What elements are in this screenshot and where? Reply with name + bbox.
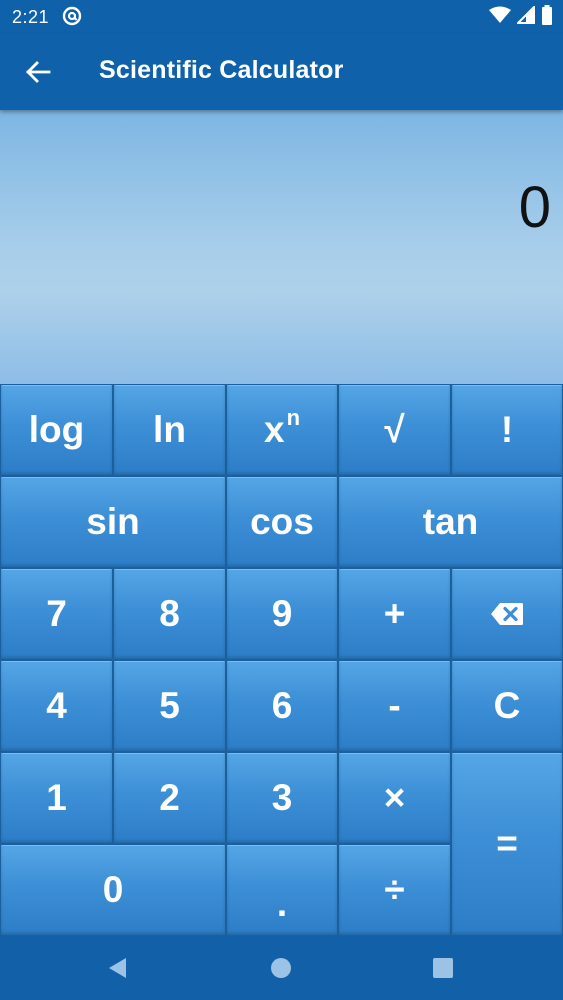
cos-button[interactable]: cos [226, 476, 338, 568]
status-bar: 2:21 [0, 0, 563, 34]
backspace-icon [491, 603, 523, 625]
keypad: log ln xn √ ! sin cos tan 7 8 9 + 4 5 6 … [0, 384, 563, 936]
clear-button[interactable]: C [451, 660, 563, 752]
power-exponent-label: n [286, 405, 301, 430]
six-button[interactable]: 6 [226, 660, 338, 752]
status-icons [489, 4, 553, 30]
multiply-button[interactable]: × [338, 752, 451, 844]
square-recents-icon [433, 958, 453, 978]
two-button[interactable]: 2 [113, 752, 226, 844]
sqrt-button[interactable]: √ [338, 384, 451, 476]
tan-button[interactable]: tan [338, 476, 563, 568]
display-value: 0 [518, 175, 551, 240]
app-bar: Scientific Calculator [0, 34, 563, 110]
at-sign-icon [62, 6, 82, 26]
nav-back-button[interactable] [101, 952, 133, 984]
decimal-button[interactable]: . [226, 844, 338, 936]
one-button[interactable]: 1 [0, 752, 113, 844]
nav-home-button[interactable] [265, 952, 297, 984]
seven-button[interactable]: 7 [0, 568, 113, 660]
nav-recents-button[interactable] [427, 952, 459, 984]
nine-button[interactable]: 9 [226, 568, 338, 660]
wifi-icon [489, 6, 511, 29]
three-button[interactable]: 3 [226, 752, 338, 844]
zero-button[interactable]: 0 [0, 844, 226, 936]
backspace-button[interactable] [451, 568, 563, 660]
minus-button[interactable]: - [338, 660, 451, 752]
battery-icon [541, 4, 553, 30]
page-title: Scientific Calculator [99, 56, 344, 84]
system-nav-bar [0, 936, 563, 1000]
log-button[interactable]: log [0, 384, 113, 476]
calculator-display: 0 [0, 110, 563, 384]
triangle-back-icon [109, 958, 126, 978]
circle-home-icon [271, 958, 291, 978]
sin-button[interactable]: sin [0, 476, 226, 568]
four-button[interactable]: 4 [0, 660, 113, 752]
status-time: 2:21 [12, 7, 50, 27]
arrow-left-icon [26, 61, 51, 83]
five-button[interactable]: 5 [113, 660, 226, 752]
equals-button[interactable]: = [451, 752, 563, 936]
power-base-label: x [263, 409, 285, 450]
power-button[interactable]: xn [226, 384, 338, 476]
factorial-button[interactable]: ! [451, 384, 563, 476]
eight-button[interactable]: 8 [113, 568, 226, 660]
plus-button[interactable]: + [338, 568, 451, 660]
back-button[interactable] [14, 48, 62, 96]
cell-signal-icon [515, 4, 535, 29]
ln-button[interactable]: ln [113, 384, 226, 476]
divide-button[interactable]: ÷ [338, 844, 451, 936]
